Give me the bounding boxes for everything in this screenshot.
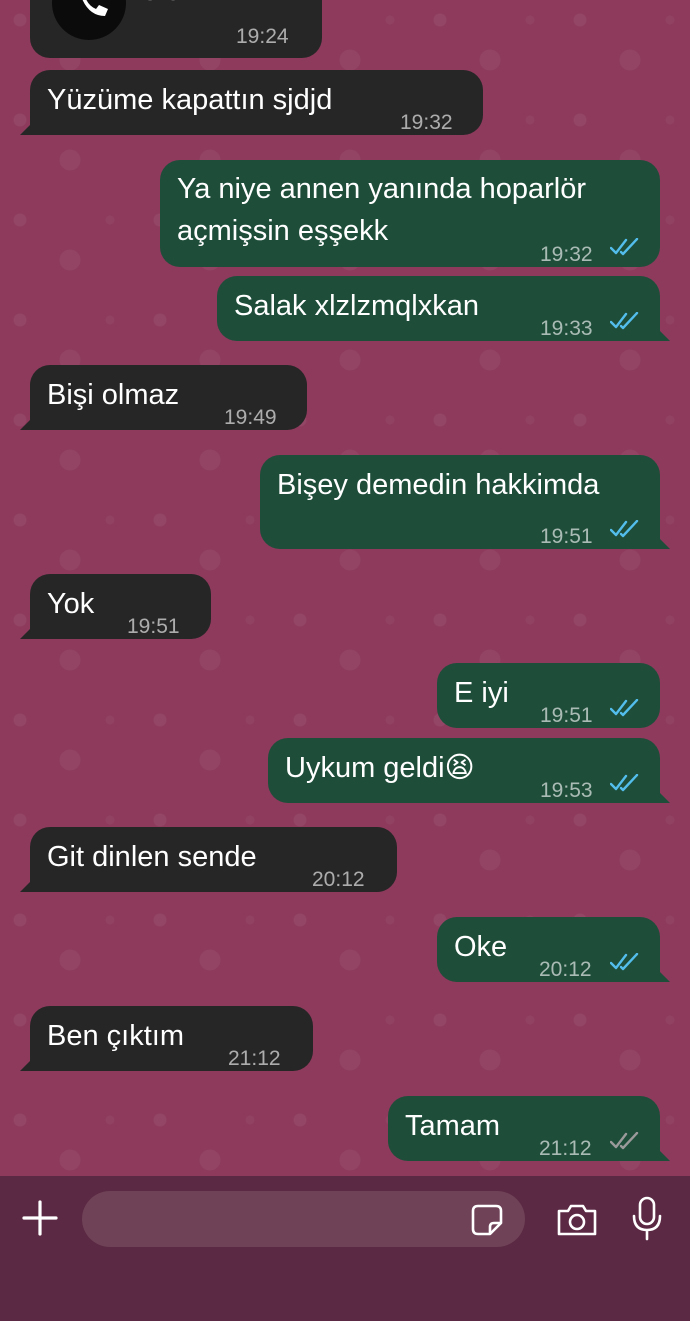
- read-receipt-icon: [610, 238, 639, 256]
- message-input[interactable]: [82, 1191, 525, 1247]
- read-receipt-icon: [610, 953, 639, 971]
- message-time: 19:49: [224, 406, 277, 429]
- outgoing-message[interactable]: Oke 20:12: [437, 917, 670, 982]
- outgoing-message[interactable]: Tamam 21:12: [388, 1096, 670, 1161]
- message-text: Oke: [454, 931, 508, 963]
- message-time: 19:24: [236, 25, 289, 48]
- message-text: Yok: [47, 588, 95, 620]
- outgoing-message[interactable]: Bişey demedin hakkimda 19:51: [260, 455, 670, 549]
- message-time: 19:32: [540, 243, 593, 266]
- message-time: 19:33: [540, 317, 593, 340]
- message-text: Tamam: [405, 1110, 501, 1142]
- message-time: 19:51: [540, 704, 593, 727]
- message-time: 21:12: [228, 1047, 281, 1070]
- delivered-receipt-icon: [610, 1132, 639, 1150]
- chat-area: 8 dk. 19:24 Yüzüme kapattın sjdjd 19:32 …: [0, 0, 690, 1176]
- message-time: 20:12: [312, 868, 365, 891]
- read-receipt-icon: [610, 520, 639, 538]
- message-time: 21:12: [539, 1137, 592, 1160]
- incoming-message[interactable]: Bişi olmaz 19:49: [20, 365, 307, 430]
- message-time: 19:53: [540, 779, 593, 802]
- outgoing-message[interactable]: Uykum geldi😫 19:53: [268, 738, 670, 803]
- phone-icon: [52, 0, 126, 40]
- read-receipt-icon: [610, 699, 639, 717]
- message-text: Ben çıktım: [47, 1020, 184, 1052]
- read-receipt-icon: [610, 774, 639, 792]
- camera-icon[interactable]: [555, 1202, 599, 1238]
- message-text: Bişey demedin hakkimda: [277, 469, 600, 501]
- incoming-message[interactable]: Ben çıktım 21:12: [20, 1006, 313, 1071]
- incoming-message[interactable]: Yok 19:51: [20, 574, 211, 639]
- composer-bar: [0, 1176, 690, 1321]
- message-time: 20:12: [539, 958, 592, 981]
- outgoing-message[interactable]: E iyi 19:51: [437, 663, 660, 728]
- message-text: Git dinlen sende: [47, 841, 257, 873]
- message-text: Ya niye annen yanında hoparlör açmişsin …: [177, 173, 586, 247]
- message-time: 19:51: [127, 615, 180, 638]
- plus-icon[interactable]: [20, 1198, 60, 1238]
- message-text: E iyi: [454, 677, 509, 709]
- read-receipt-icon: [610, 312, 639, 330]
- microphone-icon[interactable]: [630, 1196, 664, 1242]
- outgoing-message[interactable]: Ya niye annen yanında hoparlör açmişsin …: [160, 160, 660, 267]
- call-bubble[interactable]: 8 dk. 19:24: [30, 0, 322, 58]
- message-text: Bişi olmaz: [47, 379, 180, 411]
- call-duration: 8 dk.: [142, 0, 205, 12]
- message-text: Yüzüme kapattın sjdjd: [47, 84, 333, 116]
- message-text: Salak xlzlzmqlxkan: [234, 290, 479, 322]
- message-time: 19:51: [540, 525, 593, 548]
- outgoing-message[interactable]: Salak xlzlzmqlxkan 19:33: [217, 276, 670, 341]
- incoming-message[interactable]: Git dinlen sende 20:12: [20, 827, 397, 892]
- message-time: 19:32: [400, 111, 453, 134]
- sticker-icon[interactable]: [470, 1203, 504, 1237]
- incoming-message[interactable]: Yüzüme kapattın sjdjd 19:32: [20, 70, 483, 135]
- message-text: Uykum geldi😫: [285, 752, 475, 784]
